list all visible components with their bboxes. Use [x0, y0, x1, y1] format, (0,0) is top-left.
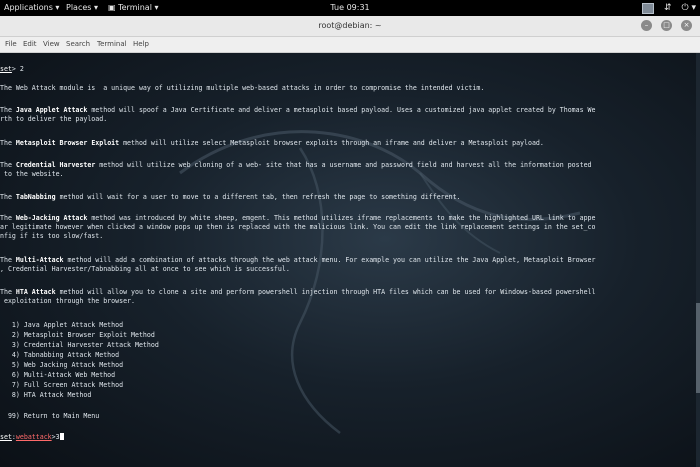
text-fragment: The — [0, 256, 16, 264]
terminal-window-titlebar[interactable]: root@debian: ~ – □ × — [0, 16, 700, 37]
terminal-output[interactable]: set> 2 The Web Attack module is a unique… — [0, 53, 700, 467]
gnome-top-bar: Applications ▾ Places ▾ ▣ Terminal ▾ Tue… — [0, 0, 700, 16]
applications-menu[interactable]: Applications ▾ — [4, 0, 59, 16]
prompt-label: set — [0, 433, 12, 441]
cred-desc-line-2: to the website. — [0, 170, 64, 178]
text-fragment: method will wait for a user to move to a… — [55, 193, 461, 201]
java-desc-line-1: The Java Applet Attack method will spoof… — [0, 106, 596, 114]
text-cursor — [59, 433, 64, 440]
text-fragment: method will utilize select Metasploit br… — [119, 139, 544, 147]
java-desc-line-2: rth to deliver the payload. — [0, 115, 108, 123]
menu-option: 5) Web Jacking Attack Method — [0, 361, 124, 369]
webjacking-desc-line-3: nfig if its too slow/fast. — [0, 232, 104, 240]
hta-desc-line-2: exploitation through the browser. — [0, 297, 135, 305]
scrollbar-thumb[interactable] — [696, 303, 700, 393]
menu-option: 7) Full Screen Attack Method — [0, 381, 124, 389]
text-fragment: method will add a combination of attacks… — [63, 256, 596, 264]
menu-edit[interactable]: Edit — [23, 37, 37, 52]
menu-option-return: 99) Return to Main Menu — [0, 412, 100, 420]
scrollbar-track[interactable] — [696, 53, 700, 467]
text-fragment: The — [0, 106, 16, 114]
prompt-line-2[interactable]: set:webattack>3 — [0, 433, 64, 441]
text-fragment: method was introduced by white sheep, em… — [87, 214, 596, 222]
webjacking-desc-line-2: ar legitimate however when clicked a win… — [0, 223, 596, 231]
menu-help[interactable]: Help — [133, 37, 149, 52]
multi-desc-line-1: The Multi-Attack method will add a combi… — [0, 256, 595, 264]
text-fragment: The — [0, 139, 16, 147]
msf-desc: The Metasploit Browser Exploit method wi… — [0, 139, 544, 147]
close-button[interactable]: × — [681, 20, 692, 31]
menu-view[interactable]: View — [43, 37, 60, 52]
webjacking-desc-line-1: The Web-Jacking Attack method was introd… — [0, 214, 596, 222]
menu-file[interactable]: File — [5, 37, 17, 52]
network-icon[interactable]: ⇵ — [664, 0, 672, 16]
prompt-module: webattack — [15, 433, 52, 441]
prompt-input: >3 — [51, 433, 60, 441]
menu-option: 3) Credential Harvester Attack Method — [0, 341, 159, 349]
prompt-line-1: set> 2 — [0, 65, 24, 73]
menu-search[interactable]: Search — [66, 37, 90, 52]
text-fragment: The — [0, 193, 16, 201]
multi-desc-line-2: , Credential Harvester/Tabnabbing all at… — [0, 265, 290, 273]
tabnabbing-desc: The TabNabbing method will wait for a us… — [0, 193, 461, 201]
menu-option: 4) Tabnabbing Attack Method — [0, 351, 120, 359]
prompt-input: > 2 — [11, 65, 24, 73]
text-fragment: method will utilize web cloning of a web… — [95, 161, 592, 169]
text-fragment: method will allow you to clone a site an… — [55, 288, 596, 296]
places-menu[interactable]: Places ▾ — [66, 0, 98, 16]
intro-text: The Web Attack module is a unique way of… — [0, 84, 485, 92]
text-fragment: The — [0, 214, 16, 222]
metasploit-term: Metasploit Browser Exploit — [15, 139, 120, 147]
tabnabbing-term: TabNabbing — [15, 193, 56, 201]
menu-option: 8) HTA Attack Method — [0, 391, 92, 399]
maximize-button[interactable]: □ — [661, 20, 672, 31]
multi-attack-term: Multi-Attack — [15, 256, 64, 264]
hta-desc-line-1: The HTA Attack method will allow you to … — [0, 288, 595, 296]
system-tray: ⇵ ⏻ ▾ — [641, 0, 697, 16]
text-fragment: method will spoof a Java Certificate and… — [87, 106, 596, 114]
window-controls: – □ × — [641, 20, 692, 31]
text-fragment: The — [0, 288, 16, 296]
window-title: root@debian: ~ — [318, 21, 382, 30]
power-menu-icon[interactable]: ⏻ ▾ — [682, 0, 697, 16]
terminal-app-menu[interactable]: ▣ Terminal ▾ — [108, 0, 158, 16]
web-jacking-term: Web-Jacking Attack — [15, 214, 88, 222]
menu-option: 2) Metasploit Browser Exploit Method — [0, 331, 155, 339]
cred-desc-line-1: The Credential Harvester method will uti… — [0, 161, 592, 169]
workspace-indicator-icon[interactable] — [641, 2, 654, 14]
minimize-button[interactable]: – — [641, 20, 652, 31]
desktop-screen: Applications ▾ Places ▾ ▣ Terminal ▾ Tue… — [0, 0, 700, 467]
hta-attack-term: HTA Attack — [15, 288, 56, 296]
clock[interactable]: Tue 09:31 — [330, 3, 369, 12]
prompt-label: set — [0, 65, 12, 73]
menu-option: 1) Java Applet Attack Method — [0, 321, 124, 329]
java-applet-term: Java Applet Attack — [15, 106, 88, 114]
credential-harvester-term: Credential Harvester — [15, 161, 96, 169]
menu-terminal[interactable]: Terminal — [97, 37, 127, 52]
clock-container: Tue 09:31 — [0, 0, 700, 16]
text-fragment: The — [0, 161, 16, 169]
terminal-menubar: File Edit View Search Terminal Help — [0, 37, 700, 53]
menu-option: 6) Multi-Attack Web Method — [0, 371, 116, 379]
